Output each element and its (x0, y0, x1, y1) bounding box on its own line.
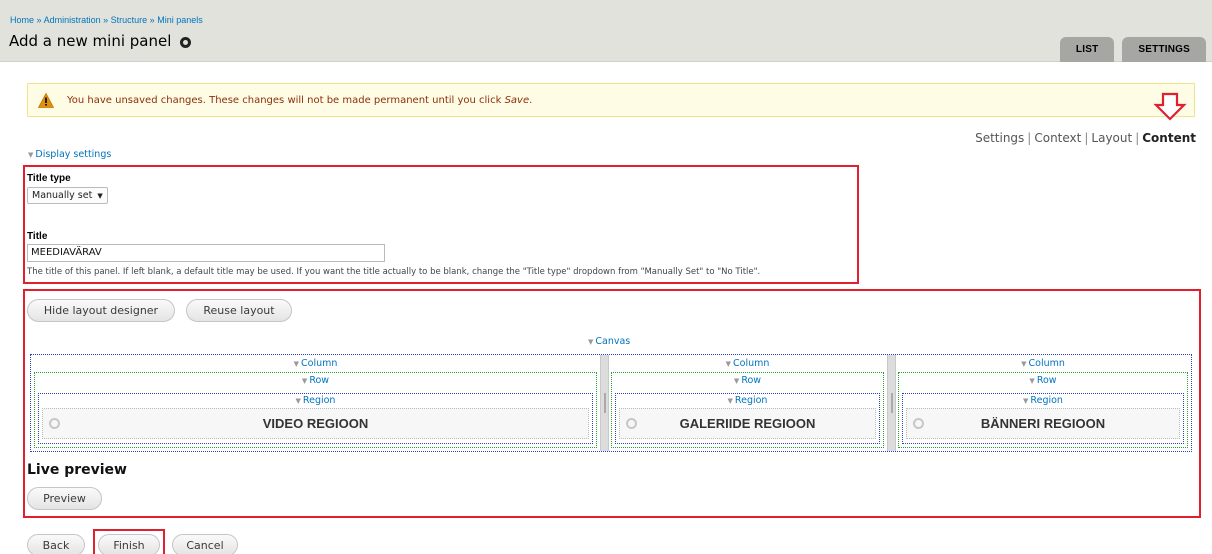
layout-row: ▼ Row ▼ Region VIDEO REGIOON (34, 372, 597, 448)
warning-icon (38, 92, 54, 108)
breadcrumb-separator: » (103, 15, 109, 25)
row-label-text: Row (309, 375, 330, 386)
region-title: GALERIIDE REGIOON (679, 416, 816, 431)
column-label[interactable]: ▼ Column (609, 358, 886, 369)
page-title: Add a new mini panel (9, 32, 172, 50)
region-label[interactable]: ▼ Region (903, 395, 1183, 406)
preview-button[interactable]: Preview (27, 487, 102, 510)
tab-list[interactable]: LIST (1059, 37, 1115, 62)
page-header: Home » Administration » Structure » Mini… (0, 0, 1212, 62)
breadcrumb-mini-panels[interactable]: Mini panels (157, 15, 203, 25)
region-label-text: Region (734, 395, 768, 406)
triangle-down-icon: ▼ (733, 377, 740, 385)
row-label[interactable]: ▼ Row (612, 375, 883, 386)
triangle-down-icon: ▼ (1021, 360, 1027, 368)
tab-settings[interactable]: SETTINGS (1122, 37, 1206, 62)
page-title-wrap: Add a new mini panel (9, 32, 192, 50)
hide-layout-designer-button[interactable]: Hide layout designer (27, 299, 175, 322)
layout-column: ▼ Column ▼ Row ▼ Region BÄNNERI REGIOON (896, 356, 1190, 450)
cancel-button[interactable]: Cancel (172, 534, 238, 554)
region-label-text: Region (1030, 395, 1063, 406)
region-label-text: Region (302, 395, 336, 406)
gear-icon[interactable] (180, 36, 192, 48)
breadcrumb-administration[interactable]: Administration (44, 15, 101, 25)
row-label[interactable]: ▼ Row (899, 375, 1187, 386)
title-input[interactable]: MEEDIAVÄRAV (27, 244, 385, 262)
row-label-text: Row (1036, 375, 1057, 386)
live-preview-title: Live preview (27, 462, 127, 478)
triangle-down-icon: ▼ (588, 338, 594, 346)
column-label[interactable]: ▼ Column (32, 358, 599, 369)
region-label[interactable]: ▼ Region (39, 395, 592, 406)
canvas-label[interactable]: ▼ Canvas (588, 336, 630, 347)
breadcrumb-separator: » (149, 15, 155, 25)
wizard-steps: Settings | Context | Layout | Content (975, 131, 1196, 145)
warning-tail: . (529, 94, 533, 106)
step-layout[interactable]: Layout (1091, 131, 1132, 145)
reuse-layout-button[interactable]: Reuse layout (186, 299, 292, 322)
layout-row: ▼ Row ▼ Region BÄNNERI REGIOON (898, 372, 1188, 448)
column-label-text: Column (733, 358, 770, 369)
column-label-text: Column (301, 358, 338, 369)
arrow-down-icon (1153, 92, 1187, 125)
step-separator: | (1135, 131, 1140, 145)
gear-icon[interactable] (49, 418, 60, 429)
region-pane[interactable]: VIDEO REGIOON (42, 408, 589, 439)
display-settings-toggle[interactable]: ▼ Display settings (28, 149, 111, 160)
column-label[interactable]: ▼ Column (896, 358, 1190, 369)
triangle-down-icon: ▼ (1029, 377, 1035, 385)
layout-column: ▼ Column ▼ Row ▼ Region VIDEO REGIOON (32, 356, 599, 450)
gear-icon[interactable] (626, 418, 637, 429)
layout-region: ▼ Region GALERIIDE REGIOON (615, 393, 880, 444)
region-pane[interactable]: BÄNNERI REGIOON (906, 408, 1180, 439)
region-title: BÄNNERI REGIOON (980, 416, 1106, 431)
layout-column: ▼ Column ▼ Row ▼ Region GALERIIDE REGIOON (609, 356, 886, 450)
column-splitter[interactable] (887, 355, 896, 451)
layout-row: ▼ Row ▼ Region GALERIIDE REGIOON (611, 372, 884, 448)
row-label[interactable]: ▼ Row (35, 375, 596, 386)
step-content-current: Content (1142, 131, 1196, 145)
title-type-value: Manually set (32, 190, 93, 201)
column-splitter[interactable] (600, 355, 609, 451)
step-context[interactable]: Context (1034, 131, 1081, 145)
breadcrumb-structure[interactable]: Structure (111, 15, 148, 25)
region-title: VIDEO REGIOON (262, 416, 369, 431)
back-button[interactable]: Back (27, 534, 85, 554)
breadcrumb: Home » Administration » Structure » Mini… (10, 15, 203, 25)
triangle-down-icon: ▼ (725, 360, 731, 368)
row-label-text: Row (741, 375, 762, 386)
step-separator: | (1027, 131, 1032, 145)
column-label-text: Column (1028, 358, 1065, 369)
triangle-down-icon: ▼ (295, 397, 301, 405)
triangle-down-icon: ▼ (293, 360, 299, 368)
warning-text: You have unsaved changes. These changes … (67, 94, 502, 106)
triangle-down-icon: ▼ (28, 151, 34, 159)
breadcrumb-home[interactable]: Home (10, 15, 34, 25)
title-label: Title (27, 231, 48, 242)
warning-save-emphasis: Save (504, 94, 530, 106)
primary-tabs: LIST SETTINGS (1059, 37, 1206, 62)
caret-down-icon: ▼ (97, 191, 103, 200)
title-type-label: Title type (27, 173, 71, 184)
warning-text-wrap: You have unsaved changes. These changes … (67, 95, 532, 106)
region-label[interactable]: ▼ Region (616, 395, 879, 406)
triangle-down-icon: ▼ (727, 397, 733, 405)
triangle-down-icon: ▼ (1023, 397, 1029, 405)
breadcrumb-separator: » (36, 15, 42, 25)
layout-region: ▼ Region BÄNNERI REGIOON (902, 393, 1184, 444)
layout-region: ▼ Region VIDEO REGIOON (38, 393, 593, 444)
title-help-text: The title of this panel. If left blank, … (27, 267, 761, 277)
display-settings-label: Display settings (35, 149, 112, 160)
step-separator: | (1084, 131, 1089, 145)
triangle-down-icon: ▼ (301, 377, 308, 385)
layout-canvas: ▼ Column ▼ Row ▼ Region VIDEO REGIOON ▼ Colu… (30, 354, 1192, 452)
title-type-select[interactable]: Manually set ▼ (27, 187, 108, 204)
canvas-label-text: Canvas (595, 336, 631, 347)
warning-message: You have unsaved changes. These changes … (27, 83, 1195, 117)
step-settings[interactable]: Settings (975, 131, 1024, 145)
region-pane[interactable]: GALERIIDE REGIOON (619, 408, 876, 439)
finish-button[interactable]: Finish (98, 534, 160, 554)
gear-icon[interactable] (913, 418, 924, 429)
